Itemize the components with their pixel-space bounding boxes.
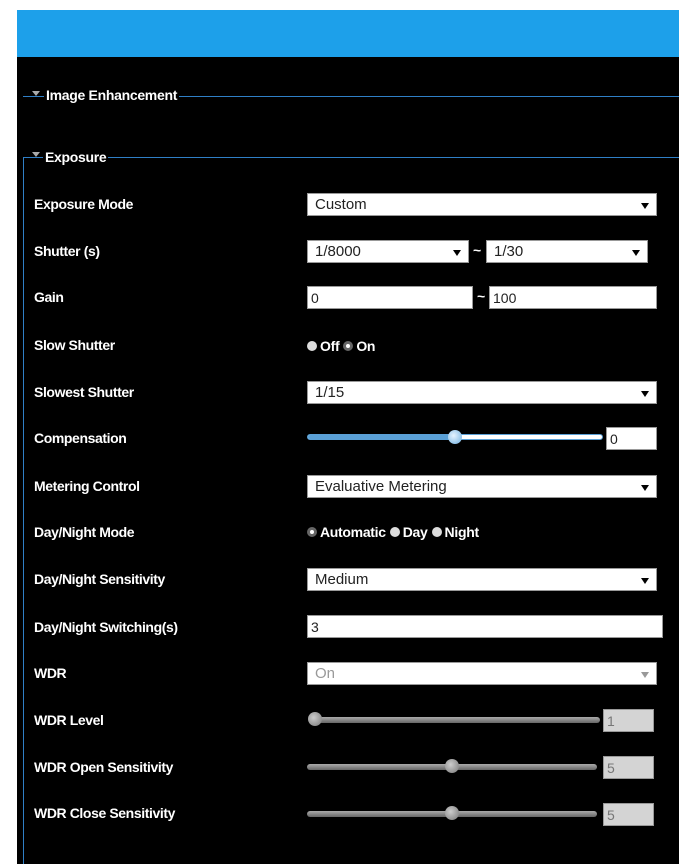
day-night-sensitivity-value: Medium	[315, 571, 369, 588]
day-night-switching-label: Day/Night Switching(s)	[34, 619, 178, 635]
image-enhancement-section-title[interactable]: Image Enhancement	[44, 87, 180, 103]
gain-max-input[interactable]: 100	[489, 286, 657, 309]
day-night-sensitivity-select[interactable]: Medium	[307, 568, 657, 591]
triangle-down-icon[interactable]	[32, 91, 40, 96]
day-night-day-label[interactable]: Day	[403, 524, 428, 540]
wdr-level-slider-handle[interactable]	[308, 712, 322, 726]
slow-shutter-radio-group: Off On	[307, 338, 379, 354]
shutter-max-select[interactable]: 1/30	[486, 240, 648, 263]
header-bar	[17, 10, 679, 57]
wdr-level-label: WDR Level	[34, 712, 104, 728]
wdr-select[interactable]: On	[307, 662, 657, 685]
gain-label: Gain	[34, 289, 64, 305]
compensation-label: Compensation	[34, 430, 127, 446]
day-night-automatic-radio[interactable]	[307, 527, 317, 537]
day-night-sensitivity-label: Day/Night Sensitivity	[34, 571, 165, 587]
slow-shutter-on-radio[interactable]	[343, 341, 354, 351]
chevron-down-icon	[632, 250, 640, 256]
chevron-down-icon	[641, 203, 649, 209]
exposure-section-title[interactable]: Exposure	[43, 149, 109, 165]
exposure-settings-panel: Image Enhancement Exposure Exposure Mode…	[17, 10, 679, 864]
day-night-mode-radio-group: Automatic Day Night	[307, 524, 483, 540]
metering-control-value: Evaluative Metering	[315, 478, 447, 495]
day-night-switching-input[interactable]: 3	[307, 615, 663, 638]
triangle-down-icon[interactable]	[32, 152, 40, 157]
wdr-close-sensitivity-label: WDR Close Sensitivity	[34, 805, 175, 821]
shutter-max-value: 1/30	[494, 243, 524, 260]
compensation-input[interactable]: 0	[606, 427, 657, 450]
chevron-down-icon	[641, 485, 649, 491]
wdr-close-sensitivity-slider[interactable]	[307, 806, 597, 820]
slowest-shutter-select[interactable]: 1/15	[307, 381, 657, 404]
chevron-down-icon	[453, 250, 461, 256]
day-night-night-radio[interactable]	[431, 527, 442, 537]
exposure-mode-select[interactable]: Custom	[307, 193, 657, 216]
metering-control-select[interactable]: Evaluative Metering	[307, 475, 657, 498]
exposure-section-box	[23, 157, 679, 864]
wdr-open-sensitivity-input[interactable]: 5	[603, 756, 654, 779]
compensation-slider[interactable]	[307, 430, 603, 444]
shutter-label: Shutter (s)	[34, 243, 100, 259]
day-night-day-radio[interactable]	[389, 527, 400, 537]
slow-shutter-label: Slow Shutter	[34, 337, 115, 353]
wdr-label: WDR	[34, 665, 67, 681]
range-separator: ~	[477, 288, 486, 304]
exposure-mode-value: Custom	[315, 196, 367, 213]
chevron-down-icon	[641, 391, 649, 397]
wdr-level-input[interactable]: 1	[603, 709, 654, 732]
day-night-automatic-label[interactable]: Automatic	[320, 524, 386, 540]
chevron-down-icon	[641, 672, 649, 678]
day-night-night-label[interactable]: Night	[445, 524, 480, 540]
shutter-min-value: 1/8000	[315, 243, 361, 260]
chevron-down-icon	[641, 578, 649, 584]
wdr-level-slider[interactable]	[308, 712, 600, 726]
compensation-slider-fill	[308, 435, 455, 439]
slow-shutter-on-label[interactable]: On	[356, 338, 375, 354]
wdr-close-sensitivity-input[interactable]: 5	[603, 803, 654, 826]
slow-shutter-off-radio[interactable]	[307, 341, 317, 351]
gain-min-input[interactable]: 0	[307, 286, 473, 309]
exposure-mode-label: Exposure Mode	[34, 196, 134, 212]
wdr-value: On	[315, 665, 336, 682]
metering-control-label: Metering Control	[34, 478, 140, 494]
compensation-slider-handle[interactable]	[448, 430, 462, 444]
wdr-close-sensitivity-slider-handle[interactable]	[445, 806, 459, 820]
wdr-open-sensitivity-slider[interactable]	[307, 759, 597, 773]
slowest-shutter-label: Slowest Shutter	[34, 384, 134, 400]
day-night-mode-label: Day/Night Mode	[34, 524, 135, 540]
range-separator: ~	[473, 242, 482, 258]
slowest-shutter-value: 1/15	[315, 384, 345, 401]
slow-shutter-off-label[interactable]: Off	[320, 338, 340, 354]
wdr-open-sensitivity-slider-handle[interactable]	[445, 759, 459, 773]
shutter-min-select[interactable]: 1/8000	[307, 240, 469, 263]
wdr-open-sensitivity-label: WDR Open Sensitivity	[34, 759, 174, 775]
